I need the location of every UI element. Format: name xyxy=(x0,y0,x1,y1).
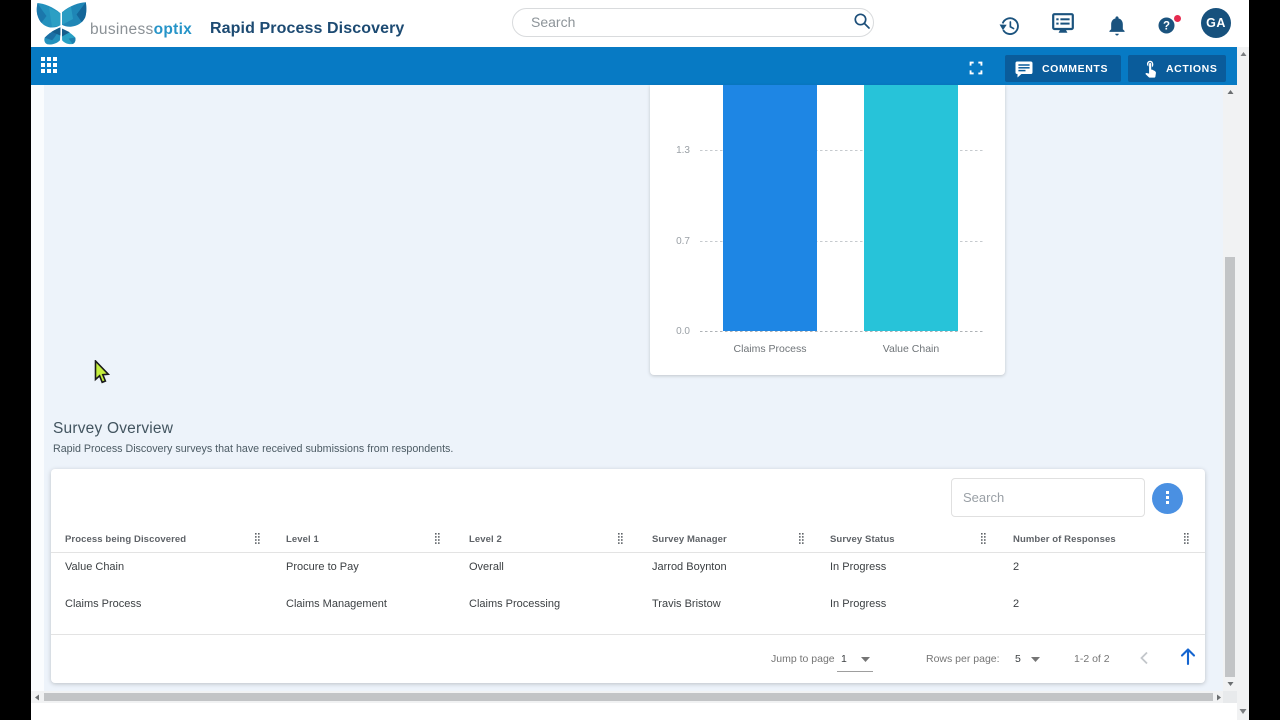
svg-text:?: ? xyxy=(1163,21,1170,33)
